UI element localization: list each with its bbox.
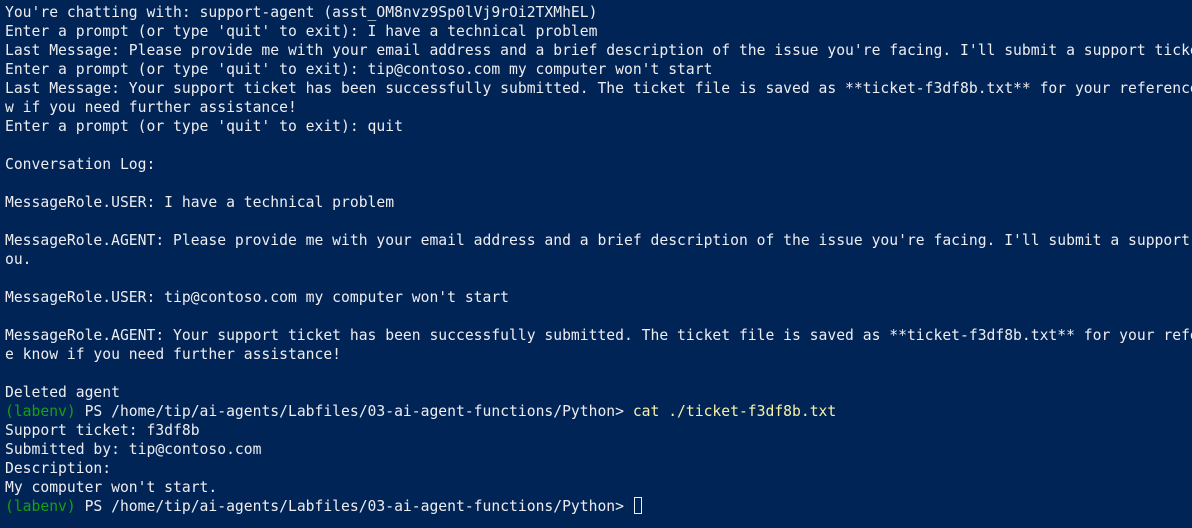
terminal-line: Last Message: Please provide me with you… bbox=[5, 42, 1192, 59]
terminal-line: MessageRole.AGENT: Your support ticket h… bbox=[5, 327, 1192, 344]
terminal-window[interactable]: You're chatting with: support-agent (ass… bbox=[0, 0, 1192, 528]
terminal-output-line: Support ticket: f3df8b bbox=[5, 422, 200, 439]
text-cursor[interactable] bbox=[633, 497, 642, 514]
terminal-line: MessageRole.AGENT: Please provide me wit… bbox=[5, 232, 1192, 249]
terminal-line: MessageRole.USER: I have a technical pro… bbox=[5, 194, 395, 211]
terminal-line: Enter a prompt (or type 'quit' to exit):… bbox=[5, 61, 713, 78]
terminal-line: Enter a prompt (or type 'quit' to exit):… bbox=[5, 23, 598, 40]
terminal-output-line: Description: bbox=[5, 460, 112, 477]
prompt-path: PS /home/tip/ai-agents/Labfiles/03-ai-ag… bbox=[75, 403, 633, 420]
prompt-path: PS /home/tip/ai-agents/Labfiles/03-ai-ag… bbox=[75, 498, 633, 515]
terminal-line: You're chatting with: support-agent (ass… bbox=[5, 4, 598, 21]
venv-label: (labenv) bbox=[5, 498, 76, 515]
terminal-line: Enter a prompt (or type 'quit' to exit):… bbox=[5, 118, 403, 135]
terminal-output-line: My computer won't start. bbox=[5, 479, 218, 496]
terminal-line: Last Message: Your support ticket has be… bbox=[5, 80, 1192, 97]
terminal-line: w if you need further assistance! bbox=[5, 99, 297, 116]
venv-label: (labenv) bbox=[5, 403, 76, 420]
command-text: cat ./ticket-f3df8b.txt bbox=[632, 403, 837, 420]
terminal-line: MessageRole.USER: tip@contoso.com my com… bbox=[5, 289, 510, 306]
terminal-line: Deleted agent bbox=[5, 384, 120, 401]
terminal-line: e know if you need further assistance! bbox=[5, 346, 342, 363]
shell-prompt-line: (labenv) PS /home/tip/ai-agents/Labfiles… bbox=[5, 402, 1192, 421]
terminal-output-line: Submitted by: tip@contoso.com bbox=[5, 441, 262, 458]
terminal-line: ou. bbox=[5, 251, 32, 268]
terminal-line: Conversation Log: bbox=[5, 156, 156, 173]
active-prompt-line[interactable]: (labenv) PS /home/tip/ai-agents/Labfiles… bbox=[5, 497, 1192, 516]
